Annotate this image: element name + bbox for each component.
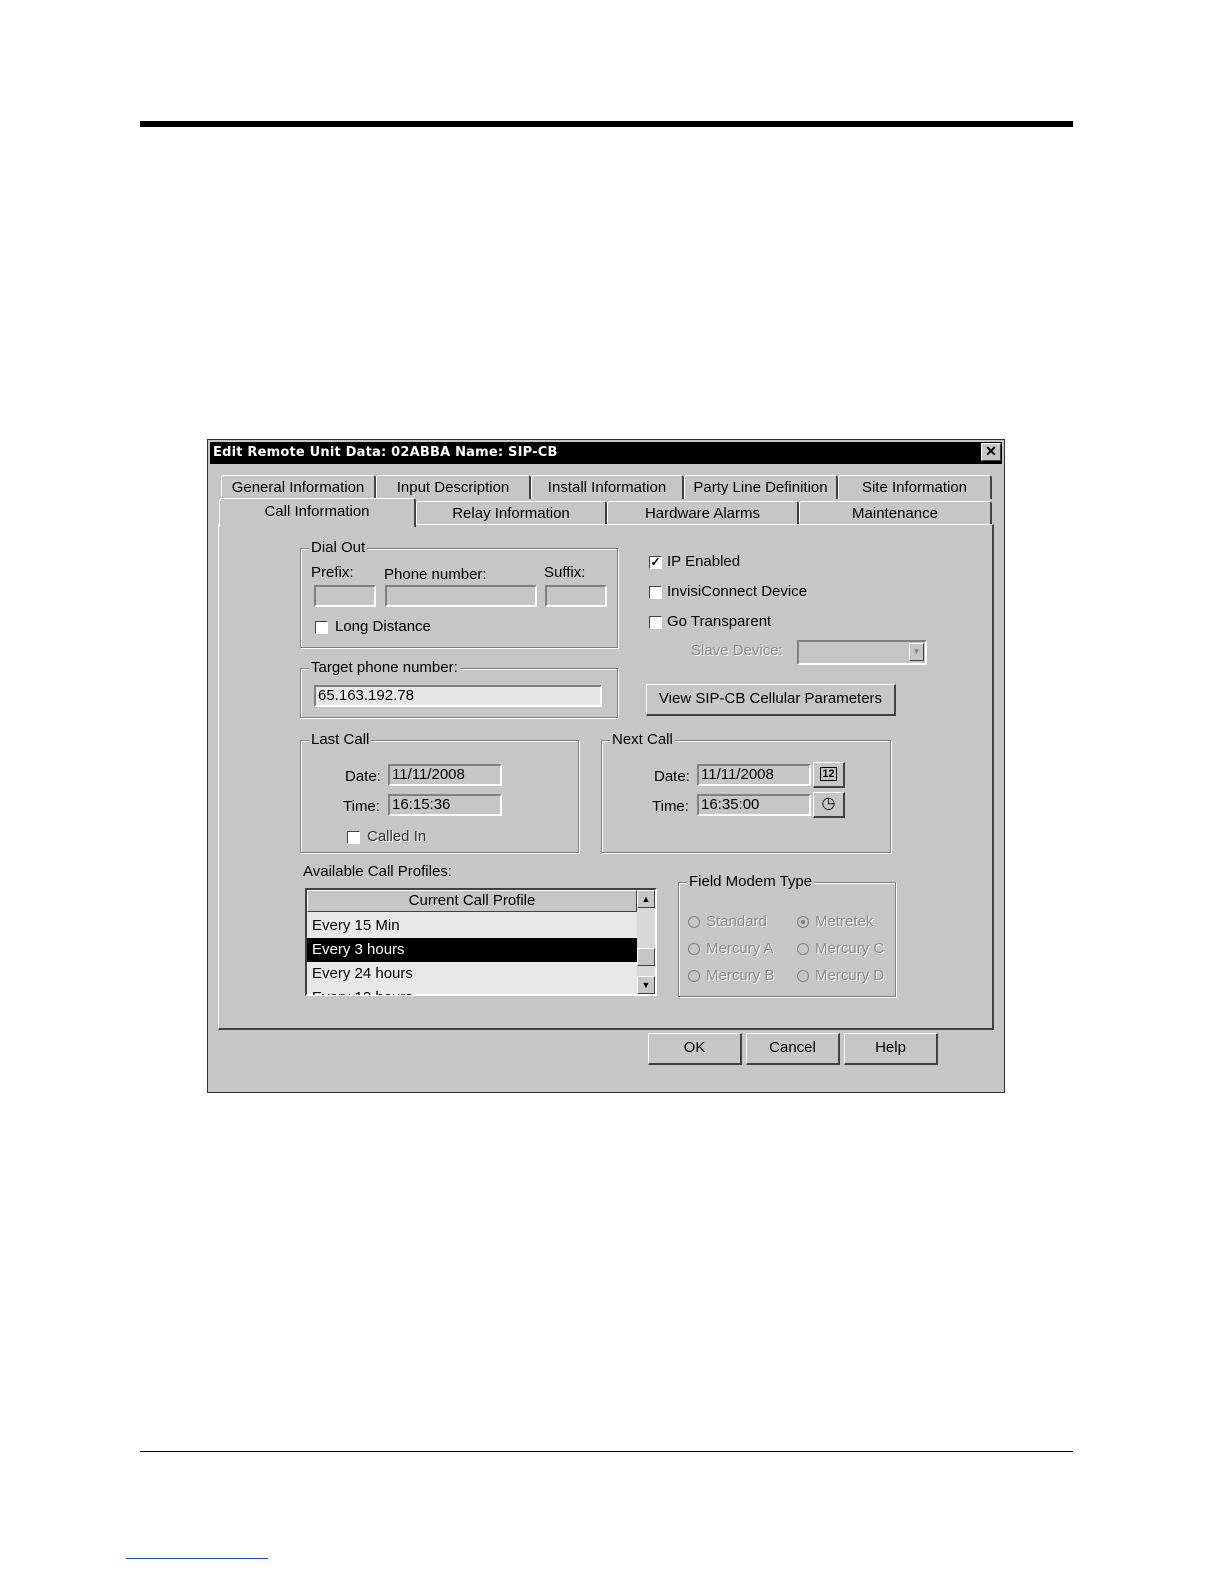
last-call-title: Last Call bbox=[309, 731, 372, 749]
radio-standard-label: Standard bbox=[706, 913, 767, 930]
tab-call-information[interactable]: Call Information bbox=[219, 498, 416, 527]
calendar-icon[interactable]: 12 bbox=[813, 762, 845, 788]
prefix-input[interactable] bbox=[314, 585, 376, 607]
current-call-profile-header[interactable]: Current Call Profile bbox=[307, 890, 637, 912]
radio-mercury-a[interactable] bbox=[688, 943, 700, 955]
go-transparent-checkbox[interactable] bbox=[649, 616, 662, 629]
scroll-thumb[interactable] bbox=[637, 948, 655, 966]
list-item[interactable]: Every 15 Min bbox=[307, 914, 637, 938]
ip-enabled-label: IP Enabled bbox=[667, 553, 741, 570]
close-icon[interactable]: ✕ bbox=[981, 443, 1001, 461]
tab-relay-information[interactable]: Relay Information bbox=[416, 501, 607, 525]
next-call-group: Next Call Date: 11/11/2008 12 Time: 16:3… bbox=[601, 731, 891, 853]
target-phone-group: Target phone number: 65.163.192.78 bbox=[300, 659, 618, 718]
radio-mercury-d[interactable] bbox=[797, 970, 809, 982]
next-call-date-field[interactable]: 11/11/2008 bbox=[697, 764, 811, 786]
dialog-title: Edit Remote Unit Data: 02ABBA Name: SIP-… bbox=[210, 442, 1002, 464]
invisiconnect-label: InvisiConnect Device bbox=[667, 583, 808, 600]
invisiconnect-checkbox[interactable] bbox=[649, 586, 662, 599]
suffix-label: Suffix: bbox=[544, 564, 586, 581]
clock-icon[interactable]: ◷ bbox=[813, 792, 845, 818]
long-distance-label: Long Distance bbox=[335, 618, 431, 635]
called-in-checkbox[interactable] bbox=[347, 831, 360, 844]
prefix-label: Prefix: bbox=[311, 564, 354, 581]
dial-out-title: Dial Out bbox=[309, 539, 368, 557]
radio-standard[interactable] bbox=[688, 916, 700, 928]
list-item[interactable]: Every 24 hours bbox=[307, 962, 637, 986]
tab-general-information[interactable]: General Information bbox=[221, 475, 376, 499]
call-profiles-list[interactable]: Current Call Profile Every 15 Min Every … bbox=[305, 888, 657, 996]
call-information-panel: Dial Out Prefix: Phone number: Suffix: L… bbox=[218, 524, 994, 1030]
last-call-date-field[interactable]: 11/11/2008 bbox=[388, 764, 502, 786]
tab-party-line-definition[interactable]: Party Line Definition bbox=[684, 475, 838, 499]
page-top-rule bbox=[140, 121, 1073, 127]
long-distance-checkbox[interactable] bbox=[315, 621, 328, 634]
last-call-group: Last Call Date: 11/11/2008 Time: 16:15:3… bbox=[300, 731, 579, 853]
scroll-up-icon[interactable]: ▲ bbox=[637, 890, 655, 908]
tab-hardware-alarms[interactable]: Hardware Alarms bbox=[607, 501, 799, 525]
radio-mercury-b-label: Mercury B bbox=[706, 967, 775, 984]
last-call-time-field[interactable]: 16:15:36 bbox=[388, 794, 502, 816]
phone-number-label: Phone number: bbox=[384, 566, 487, 583]
available-profiles-label: Available Call Profiles: bbox=[303, 863, 452, 880]
field-modem-type-group: Field Modem Type Standard Metretek Mercu… bbox=[678, 873, 896, 997]
radio-mercury-d-label: Mercury D bbox=[815, 967, 885, 984]
next-call-title: Next Call bbox=[610, 731, 675, 749]
list-item[interactable]: Every 12 hours bbox=[307, 986, 637, 995]
next-call-date-label: Date: bbox=[654, 768, 690, 785]
list-item[interactable]: Every 3 hours bbox=[307, 938, 637, 962]
chevron-down-icon[interactable]: ▼ bbox=[909, 643, 924, 661]
radio-mercury-a-label: Mercury A bbox=[706, 940, 774, 957]
next-call-time-field[interactable]: 16:35:00 bbox=[697, 794, 811, 816]
profiles-scrollbar[interactable]: ▲ ▼ bbox=[637, 890, 655, 994]
dial-out-group: Dial Out Prefix: Phone number: Suffix: L… bbox=[300, 539, 618, 648]
page-bottom-rule bbox=[140, 1451, 1073, 1452]
next-call-time-label: Time: bbox=[652, 798, 689, 815]
check-mark-icon: ✓ bbox=[650, 555, 661, 569]
called-in-label: Called In bbox=[367, 828, 427, 845]
phone-number-input[interactable] bbox=[385, 585, 537, 607]
help-button[interactable]: Help bbox=[844, 1033, 938, 1065]
radio-metretek[interactable] bbox=[797, 916, 809, 928]
target-phone-input[interactable]: 65.163.192.78 bbox=[314, 685, 602, 707]
radio-mercury-b[interactable] bbox=[688, 970, 700, 982]
ip-enabled-checkbox[interactable]: ✓ bbox=[649, 556, 662, 569]
scroll-down-icon[interactable]: ▼ bbox=[637, 976, 655, 994]
suffix-input[interactable] bbox=[545, 585, 607, 607]
radio-metretek-label: Metretek bbox=[815, 913, 874, 930]
ok-button[interactable]: OK bbox=[648, 1033, 742, 1065]
radio-mercury-c[interactable] bbox=[797, 943, 809, 955]
last-call-time-label: Time: bbox=[343, 798, 380, 815]
tab-input-description[interactable]: Input Description bbox=[376, 475, 531, 499]
footer-link-underline bbox=[126, 1558, 268, 1559]
slave-device-select[interactable]: ▼ bbox=[797, 640, 927, 665]
slave-device-label: Slave Device: bbox=[691, 642, 783, 659]
tab-maintenance[interactable]: Maintenance bbox=[799, 501, 992, 525]
radio-mercury-c-label: Mercury C bbox=[815, 940, 885, 957]
go-transparent-label: Go Transparent bbox=[667, 613, 772, 630]
cancel-button[interactable]: Cancel bbox=[746, 1033, 840, 1065]
tab-site-information[interactable]: Site Information bbox=[838, 475, 992, 499]
field-modem-type-title: Field Modem Type bbox=[687, 873, 815, 891]
tab-install-information[interactable]: Install Information bbox=[531, 475, 684, 499]
view-cellular-parameters-button[interactable]: View SIP-CB Cellular Parameters bbox=[646, 684, 896, 716]
target-phone-title: Target phone number: bbox=[309, 659, 460, 677]
edit-remote-unit-dialog: Edit Remote Unit Data: 02ABBA Name: SIP-… bbox=[207, 439, 1005, 1093]
last-call-date-label: Date: bbox=[345, 768, 381, 785]
